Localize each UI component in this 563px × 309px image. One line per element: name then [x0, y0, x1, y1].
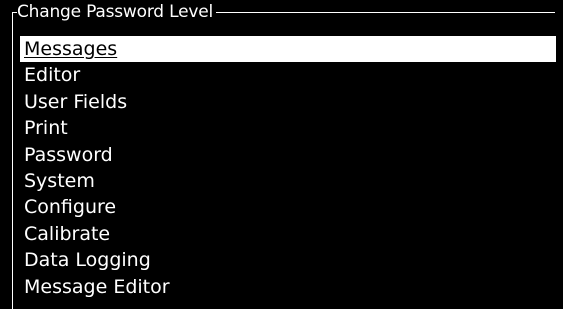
frame-left-border	[12, 12, 13, 309]
menu-item-user-fields[interactable]: User Fields	[20, 89, 556, 115]
menu-item-label: Calibrate	[24, 222, 111, 245]
dialog-title: Change Password Level	[17, 2, 216, 22]
menu-item-label: Messages	[24, 38, 118, 60]
menu-item-password[interactable]: Password	[20, 142, 556, 168]
menu-item-label: Configure	[24, 196, 117, 219]
menu-item-label: Data Logging	[24, 249, 151, 272]
menu-item-configure[interactable]: Configure	[20, 194, 556, 220]
menu-item-label: System	[24, 169, 95, 192]
menu-item-label: Message Editor	[24, 275, 170, 298]
menu-item-label: Editor	[24, 64, 81, 87]
menu-item-print[interactable]: Print	[20, 115, 556, 141]
menu-item-calibrate[interactable]: Calibrate	[20, 221, 556, 247]
menu-item-label: Print	[24, 117, 68, 140]
password-level-screen: Change Password Level Messages Editor Us…	[0, 0, 563, 309]
menu-item-label: User Fields	[24, 90, 128, 113]
menu-item-system[interactable]: System	[20, 168, 556, 194]
menu-item-editor[interactable]: Editor	[20, 62, 556, 88]
password-level-menu: Messages Editor User Fields Print Passwo…	[20, 36, 556, 300]
menu-item-messages[interactable]: Messages	[20, 36, 556, 63]
menu-item-message-editor[interactable]: Message Editor	[20, 274, 556, 300]
menu-item-data-logging[interactable]: Data Logging	[20, 247, 556, 273]
menu-item-label: Password	[24, 143, 113, 166]
